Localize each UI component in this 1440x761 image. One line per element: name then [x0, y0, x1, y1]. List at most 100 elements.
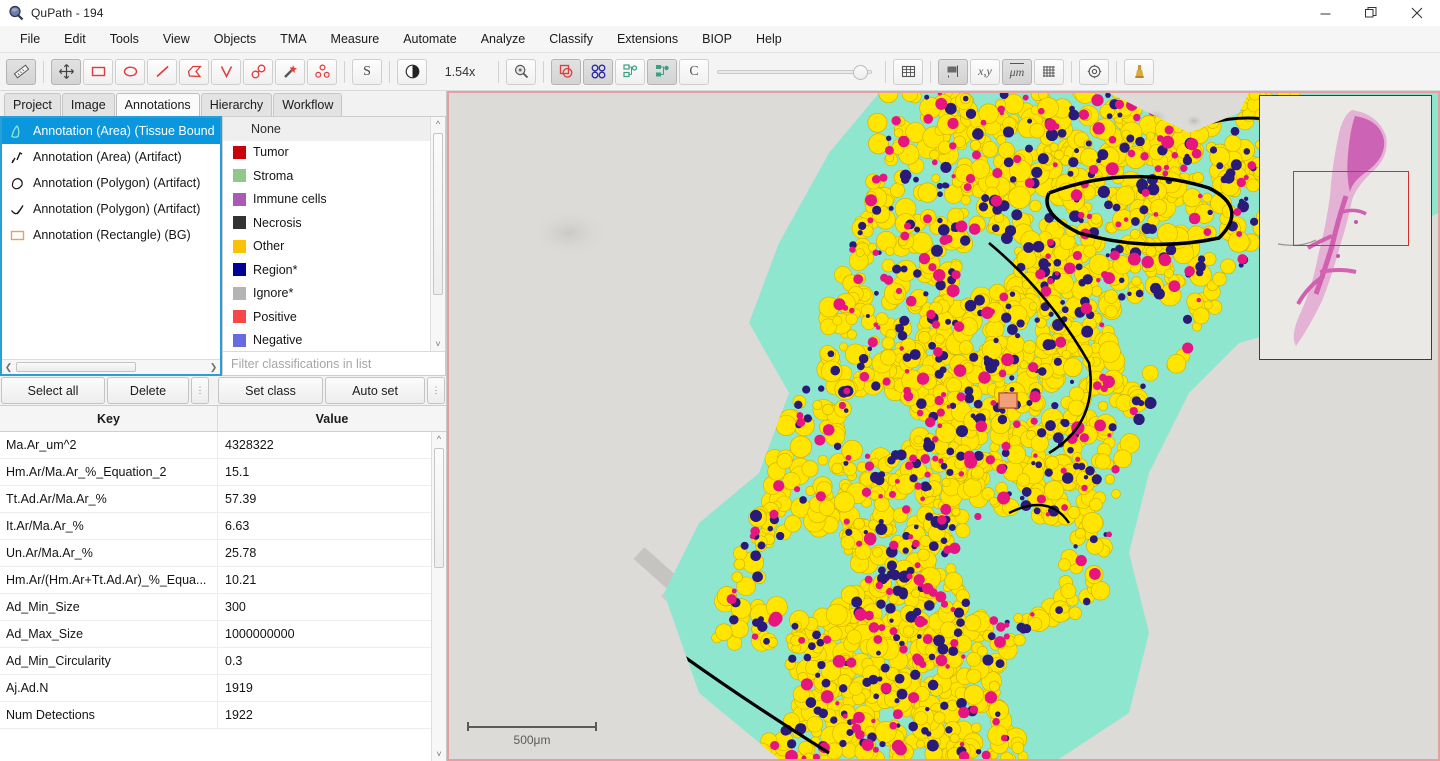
move-tool-button[interactable] — [51, 59, 81, 85]
table-row[interactable]: It.Ar/Ma.Ar_% 6.63 — [0, 513, 446, 540]
set-class-button[interactable]: Set class — [218, 377, 323, 404]
line-tool-button[interactable] — [147, 59, 177, 85]
preferences-gear-button[interactable] — [1079, 59, 1109, 85]
classification-overlay-button[interactable]: C — [679, 59, 709, 85]
annotation-list-item[interactable]: Annotation (Area) (Artifact) — [2, 144, 220, 170]
scroll-up-arrow-icon[interactable]: ^ — [432, 432, 446, 446]
table-row[interactable]: Tt.Ad.Ar/Ma.Ar_% 57.39 — [0, 486, 446, 513]
table-row[interactable]: Ma.Ar_um^2 4328322 — [0, 432, 446, 459]
classification-item[interactable]: Immune cells — [223, 188, 445, 212]
classification-list[interactable]: None Tumor Stroma Immune cells — [223, 117, 445, 351]
menu-help[interactable]: Help — [744, 28, 794, 50]
scalebar-toggle-button[interactable] — [938, 59, 968, 85]
opacity-slider[interactable] — [717, 61, 872, 83]
menu-automate[interactable]: Automate — [391, 28, 469, 50]
show-annotations-button[interactable] — [551, 59, 581, 85]
classification-item-none[interactable]: None — [223, 117, 445, 141]
pixel-units-button[interactable]: μm — [1002, 59, 1032, 85]
annotation-list-item[interactable]: Annotation (Polygon) (Artifact) — [2, 196, 220, 222]
tab-hierarchy[interactable]: Hierarchy — [201, 93, 273, 116]
classification-more-button[interactable]: ⋮ — [427, 377, 445, 404]
menu-objects[interactable]: Objects — [202, 28, 268, 50]
table-row[interactable]: Ad_Min_Size 300 — [0, 594, 446, 621]
table-row[interactable]: Un.Ar/Ma.Ar_% 25.78 — [0, 540, 446, 567]
properties-vscrollbar[interactable]: ^ ˅ — [431, 432, 446, 761]
table-body[interactable]: Ma.Ar_um^2 4328322 Hm.Ar/Ma.Ar_%_Equatio… — [0, 432, 446, 761]
selection-mode-button[interactable]: S — [352, 59, 382, 85]
scroll-down-arrow-icon[interactable]: ˅ — [431, 337, 445, 351]
delete-button[interactable]: Delete — [107, 377, 189, 404]
menu-view[interactable]: View — [151, 28, 202, 50]
annotation-list-item[interactable]: Annotation (Area) (Tissue Bound — [2, 118, 220, 144]
fill-detections-button[interactable] — [647, 59, 677, 85]
scroll-right-arrow-icon[interactable]: ❯ — [207, 362, 220, 373]
image-viewer[interactable]: 500μm — [447, 91, 1440, 761]
filter-input[interactable] — [231, 357, 445, 371]
polyline-tool-button[interactable] — [211, 59, 241, 85]
counting-grid-button[interactable] — [1034, 59, 1064, 85]
brush-tool-button[interactable] — [243, 59, 273, 85]
table-row[interactable]: Ad_Min_Circularity 0.3 — [0, 648, 446, 675]
script-editor-button[interactable] — [1124, 59, 1154, 85]
menu-edit[interactable]: Edit — [52, 28, 98, 50]
tab-image[interactable]: Image — [62, 93, 115, 116]
select-all-button[interactable]: Select all — [1, 377, 105, 404]
classification-item[interactable]: Tumor — [223, 141, 445, 165]
viewport-roi-rectangle[interactable] — [1293, 171, 1409, 246]
annotation-list-hscrollbar[interactable]: ❮ ❯ — [2, 359, 220, 374]
classification-filter-box[interactable] — [223, 351, 445, 375]
slide-overview-thumbnail[interactable] — [1259, 95, 1432, 360]
classification-item[interactable]: Negative — [223, 329, 445, 352]
table-row[interactable]: Ad_Max_Size 1000000000 — [0, 621, 446, 648]
auto-set-button[interactable]: Auto set — [325, 377, 425, 404]
annotation-more-button[interactable]: ⋮ — [191, 377, 209, 404]
menu-analyze[interactable]: Analyze — [469, 28, 537, 50]
scroll-down-arrow-icon[interactable]: ˅ — [432, 747, 446, 761]
opacity-slider-knob[interactable] — [853, 65, 868, 80]
minimize-button[interactable] — [1302, 0, 1348, 26]
annotation-list-item[interactable]: Annotation (Rectangle) (BG) — [2, 222, 220, 248]
tab-annotations[interactable]: Annotations — [116, 93, 200, 116]
magnifier-icon-button[interactable] — [506, 59, 536, 85]
menu-tools[interactable]: Tools — [98, 28, 151, 50]
measurement-table-button[interactable] — [893, 59, 923, 85]
annotation-list[interactable]: Annotation (Area) (Tissue Bound Annotati… — [0, 116, 222, 376]
polygon-tool-button[interactable] — [179, 59, 209, 85]
maximize-restore-button[interactable] — [1348, 0, 1394, 26]
measurement-ruler-tool-button[interactable] — [6, 59, 36, 85]
classification-item[interactable]: Positive — [223, 305, 445, 329]
close-button[interactable] — [1394, 0, 1440, 26]
tab-project[interactable]: Project — [4, 93, 61, 116]
table-row[interactable]: Hm.Ar/(Hm.Ar+Tt.Ad.Ar)_%_Equa... 10.21 — [0, 567, 446, 594]
menu-classify[interactable]: Classify — [537, 28, 605, 50]
classification-item[interactable]: Region* — [223, 258, 445, 282]
annotation-list-item[interactable]: Annotation (Polygon) (Artifact) — [2, 170, 220, 196]
scroll-left-arrow-icon[interactable]: ❮ — [2, 362, 15, 373]
classification-item[interactable]: Necrosis — [223, 211, 445, 235]
wand-tool-button[interactable] — [275, 59, 305, 85]
vscrollbar-thumb[interactable] — [434, 448, 444, 568]
rectangle-tool-button[interactable] — [83, 59, 113, 85]
classification-item[interactable]: Ignore* — [223, 282, 445, 306]
scroll-up-arrow-icon[interactable]: ^ — [431, 117, 445, 131]
menu-file[interactable]: File — [8, 28, 52, 50]
classification-vscrollbar[interactable]: ^ ˅ — [430, 117, 445, 351]
show-tma-grid-button[interactable] — [583, 59, 613, 85]
classification-item[interactable]: Stroma — [223, 164, 445, 188]
menu-tma[interactable]: TMA — [268, 28, 318, 50]
hscrollbar-thumb[interactable] — [16, 362, 136, 372]
tab-workflow[interactable]: Workflow — [273, 93, 342, 116]
menu-extensions[interactable]: Extensions — [605, 28, 690, 50]
menu-measure[interactable]: Measure — [319, 28, 392, 50]
menu-biop[interactable]: BIOP — [690, 28, 744, 50]
table-row[interactable]: Aj.Ad.N 1919 — [0, 675, 446, 702]
ellipse-tool-button[interactable] — [115, 59, 145, 85]
brightness-contrast-button[interactable] — [397, 59, 427, 85]
show-detections-button[interactable] — [615, 59, 645, 85]
table-row[interactable]: Hm.Ar/Ma.Ar_%_Equation_2 15.1 — [0, 459, 446, 486]
classification-item[interactable]: Other — [223, 235, 445, 259]
location-xy-button[interactable]: x,y — [970, 59, 1000, 85]
table-row[interactable]: Num Detections 1922 — [0, 702, 446, 729]
vscrollbar-thumb[interactable] — [433, 133, 443, 295]
points-tool-button[interactable] — [307, 59, 337, 85]
